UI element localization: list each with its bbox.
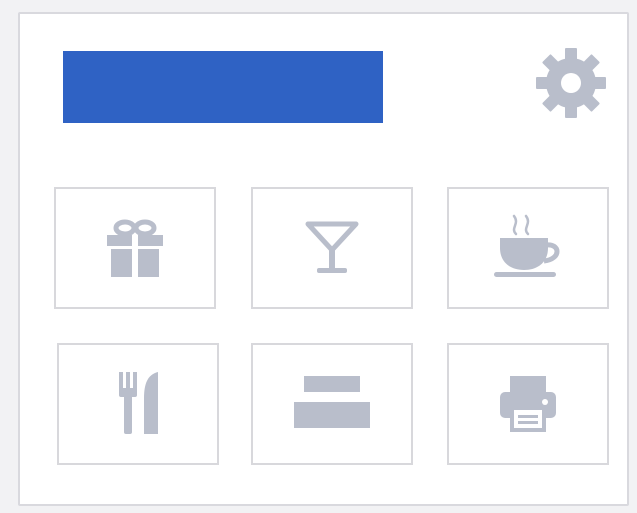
cutlery-icon bbox=[119, 372, 158, 434]
title-bar bbox=[63, 51, 383, 123]
bed-icon bbox=[294, 376, 370, 428]
gear-icon bbox=[536, 48, 606, 118]
menu-panel bbox=[18, 12, 629, 506]
cocktail-icon bbox=[305, 221, 359, 273]
gift-icon bbox=[107, 219, 163, 277]
coffee-cup-icon bbox=[494, 214, 560, 277]
tile-printer[interactable] bbox=[447, 343, 609, 465]
printer-icon bbox=[500, 376, 556, 432]
tile-restaurant[interactable] bbox=[57, 343, 219, 465]
tile-cocktail[interactable] bbox=[251, 187, 413, 309]
settings-button[interactable] bbox=[532, 44, 610, 122]
tile-coffee[interactable] bbox=[447, 187, 609, 309]
tile-bed[interactable] bbox=[251, 343, 413, 465]
tile-gift[interactable] bbox=[54, 187, 216, 309]
